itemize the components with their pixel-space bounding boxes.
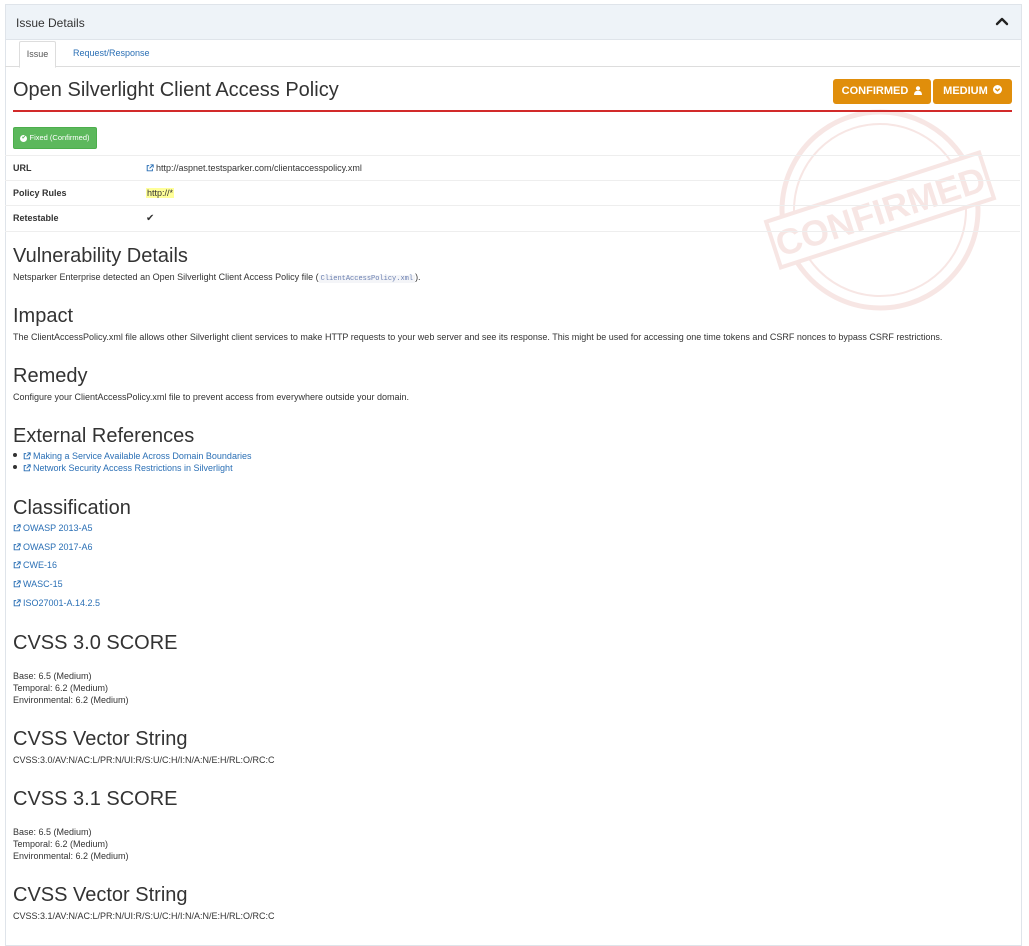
external-link-icon — [13, 580, 21, 588]
vector30-heading: CVSS Vector String — [13, 728, 188, 750]
cvss31-base: Base: 6.5 (Medium) — [13, 827, 92, 837]
vector31-value: CVSS:3.1/AV:N/AC:L/PR:N/UI:R/S:U/C:H/I:N… — [13, 911, 275, 921]
classification-link[interactable]: CWE-16 — [13, 560, 57, 570]
classification-heading: Classification — [13, 497, 131, 519]
classification-label: OWASP 2017-A6 — [23, 542, 93, 552]
vector30-value: CVSS:3.0/AV:N/AC:L/PR:N/UI:R/S:U/C:H/I:N… — [13, 755, 275, 765]
cvss30-base: Base: 6.5 (Medium) — [13, 671, 92, 681]
reference-label: Network Security Access Restrictions in … — [33, 463, 233, 473]
detail-key: Policy Rules — [13, 188, 67, 198]
external-link-icon — [13, 524, 21, 532]
bullet-icon — [13, 465, 17, 469]
panel-header[interactable]: Issue Details — [6, 5, 1021, 40]
cvss31-environmental: Environmental: 6.2 (Medium) — [13, 851, 129, 861]
cvss30-heading: CVSS 3.0 SCORE — [13, 632, 178, 654]
chevron-up-icon[interactable] — [995, 15, 1009, 27]
detail-row-policy-rules: Policy Rules http://* — [5, 180, 1020, 206]
reference-link[interactable]: Making a Service Available Across Domain… — [23, 451, 251, 461]
detail-row-url: URL http://aspnet.testsparker.com/client… — [5, 155, 1020, 181]
severity-medium-button[interactable]: MEDIUM — [933, 79, 1012, 104]
tab-request-response[interactable]: Request/Response — [63, 41, 160, 66]
cvss31-heading: CVSS 3.1 SCORE — [13, 788, 178, 810]
url-value: http://aspnet.testsparker.com/clientacce… — [156, 163, 362, 173]
cvss31-temporal: Temporal: 6.2 (Medium) — [13, 839, 109, 849]
external-link-icon — [13, 599, 21, 607]
external-link-icon — [146, 164, 154, 172]
classification-label: WASC-15 — [23, 579, 63, 589]
chevron-circle-down-icon — [992, 85, 1002, 94]
external-link-icon — [13, 543, 21, 551]
policy-rules-value: http://* — [146, 188, 175, 198]
user-icon — [914, 86, 923, 95]
external-link-icon — [23, 464, 31, 472]
classification-link[interactable]: WASC-15 — [13, 579, 63, 589]
url-link[interactable]: http://aspnet.testsparker.com/clientacce… — [146, 163, 362, 173]
tab-issue[interactable]: Issue — [19, 41, 56, 68]
list-item: Network Security Access Restrictions in … — [13, 463, 233, 473]
vulnerability-text-start: Netsparker Enterprise detected an Open S… — [13, 272, 319, 282]
external-references-heading: External References — [13, 425, 195, 447]
reference-link[interactable]: Network Security Access Restrictions in … — [23, 463, 233, 473]
severity-label: MEDIUM — [943, 85, 988, 97]
code-snippet: ClientAccessPolicy.xml — [318, 275, 416, 283]
panel-title: Issue Details — [16, 16, 85, 30]
cvss30-temporal: Temporal: 6.2 (Medium) — [13, 683, 109, 693]
classification-label: ISO27001-A.14.2.5 — [23, 598, 101, 608]
status-label: Fixed (Confirmed) — [29, 133, 90, 142]
classification-label: CWE-16 — [23, 560, 58, 570]
detail-key: URL — [13, 163, 32, 173]
confirmed-label: CONFIRMED — [841, 85, 909, 97]
status-badge: ✔ Fixed (Confirmed) — [13, 127, 97, 149]
check-circle-icon: ✔ — [20, 134, 28, 142]
remedy-heading: Remedy — [13, 365, 88, 387]
list-item: Making a Service Available Across Domain… — [13, 451, 251, 461]
external-link-icon — [23, 452, 31, 460]
external-link-icon — [13, 561, 21, 569]
title-divider — [13, 110, 1012, 112]
classification-link[interactable]: OWASP 2013-A5 — [13, 523, 93, 533]
cvss30-environmental: Environmental: 6.2 (Medium) — [13, 695, 129, 705]
confirmed-button[interactable]: CONFIRMED — [833, 79, 931, 104]
issue-title: Open Silverlight Client Access Policy — [13, 79, 339, 101]
check-icon: ✔ — [146, 213, 155, 224]
vector31-heading: CVSS Vector String — [13, 884, 188, 906]
impact-heading: Impact — [13, 305, 74, 327]
impact-text: The ClientAccessPolicy.xml file allows o… — [13, 332, 943, 342]
bullet-icon — [13, 453, 17, 457]
vulnerability-text-end: ). — [415, 272, 421, 282]
remedy-text: Configure your ClientAccessPolicy.xml fi… — [13, 392, 409, 402]
reference-label: Making a Service Available Across Domain… — [33, 451, 252, 461]
vulnerability-heading: Vulnerability Details — [13, 245, 188, 267]
classification-link[interactable]: ISO27001-A.14.2.5 — [13, 598, 100, 608]
tab-bar: Issue Request/Response — [5, 39, 1020, 68]
classification-link[interactable]: OWASP 2017-A6 — [13, 542, 93, 552]
classification-label: OWASP 2013-A5 — [23, 523, 93, 533]
vulnerability-text: Netsparker Enterprise detected an Open S… — [13, 272, 421, 283]
detail-row-retestable: Retestable ✔ — [5, 205, 1020, 232]
detail-key: Retestable — [13, 213, 59, 223]
